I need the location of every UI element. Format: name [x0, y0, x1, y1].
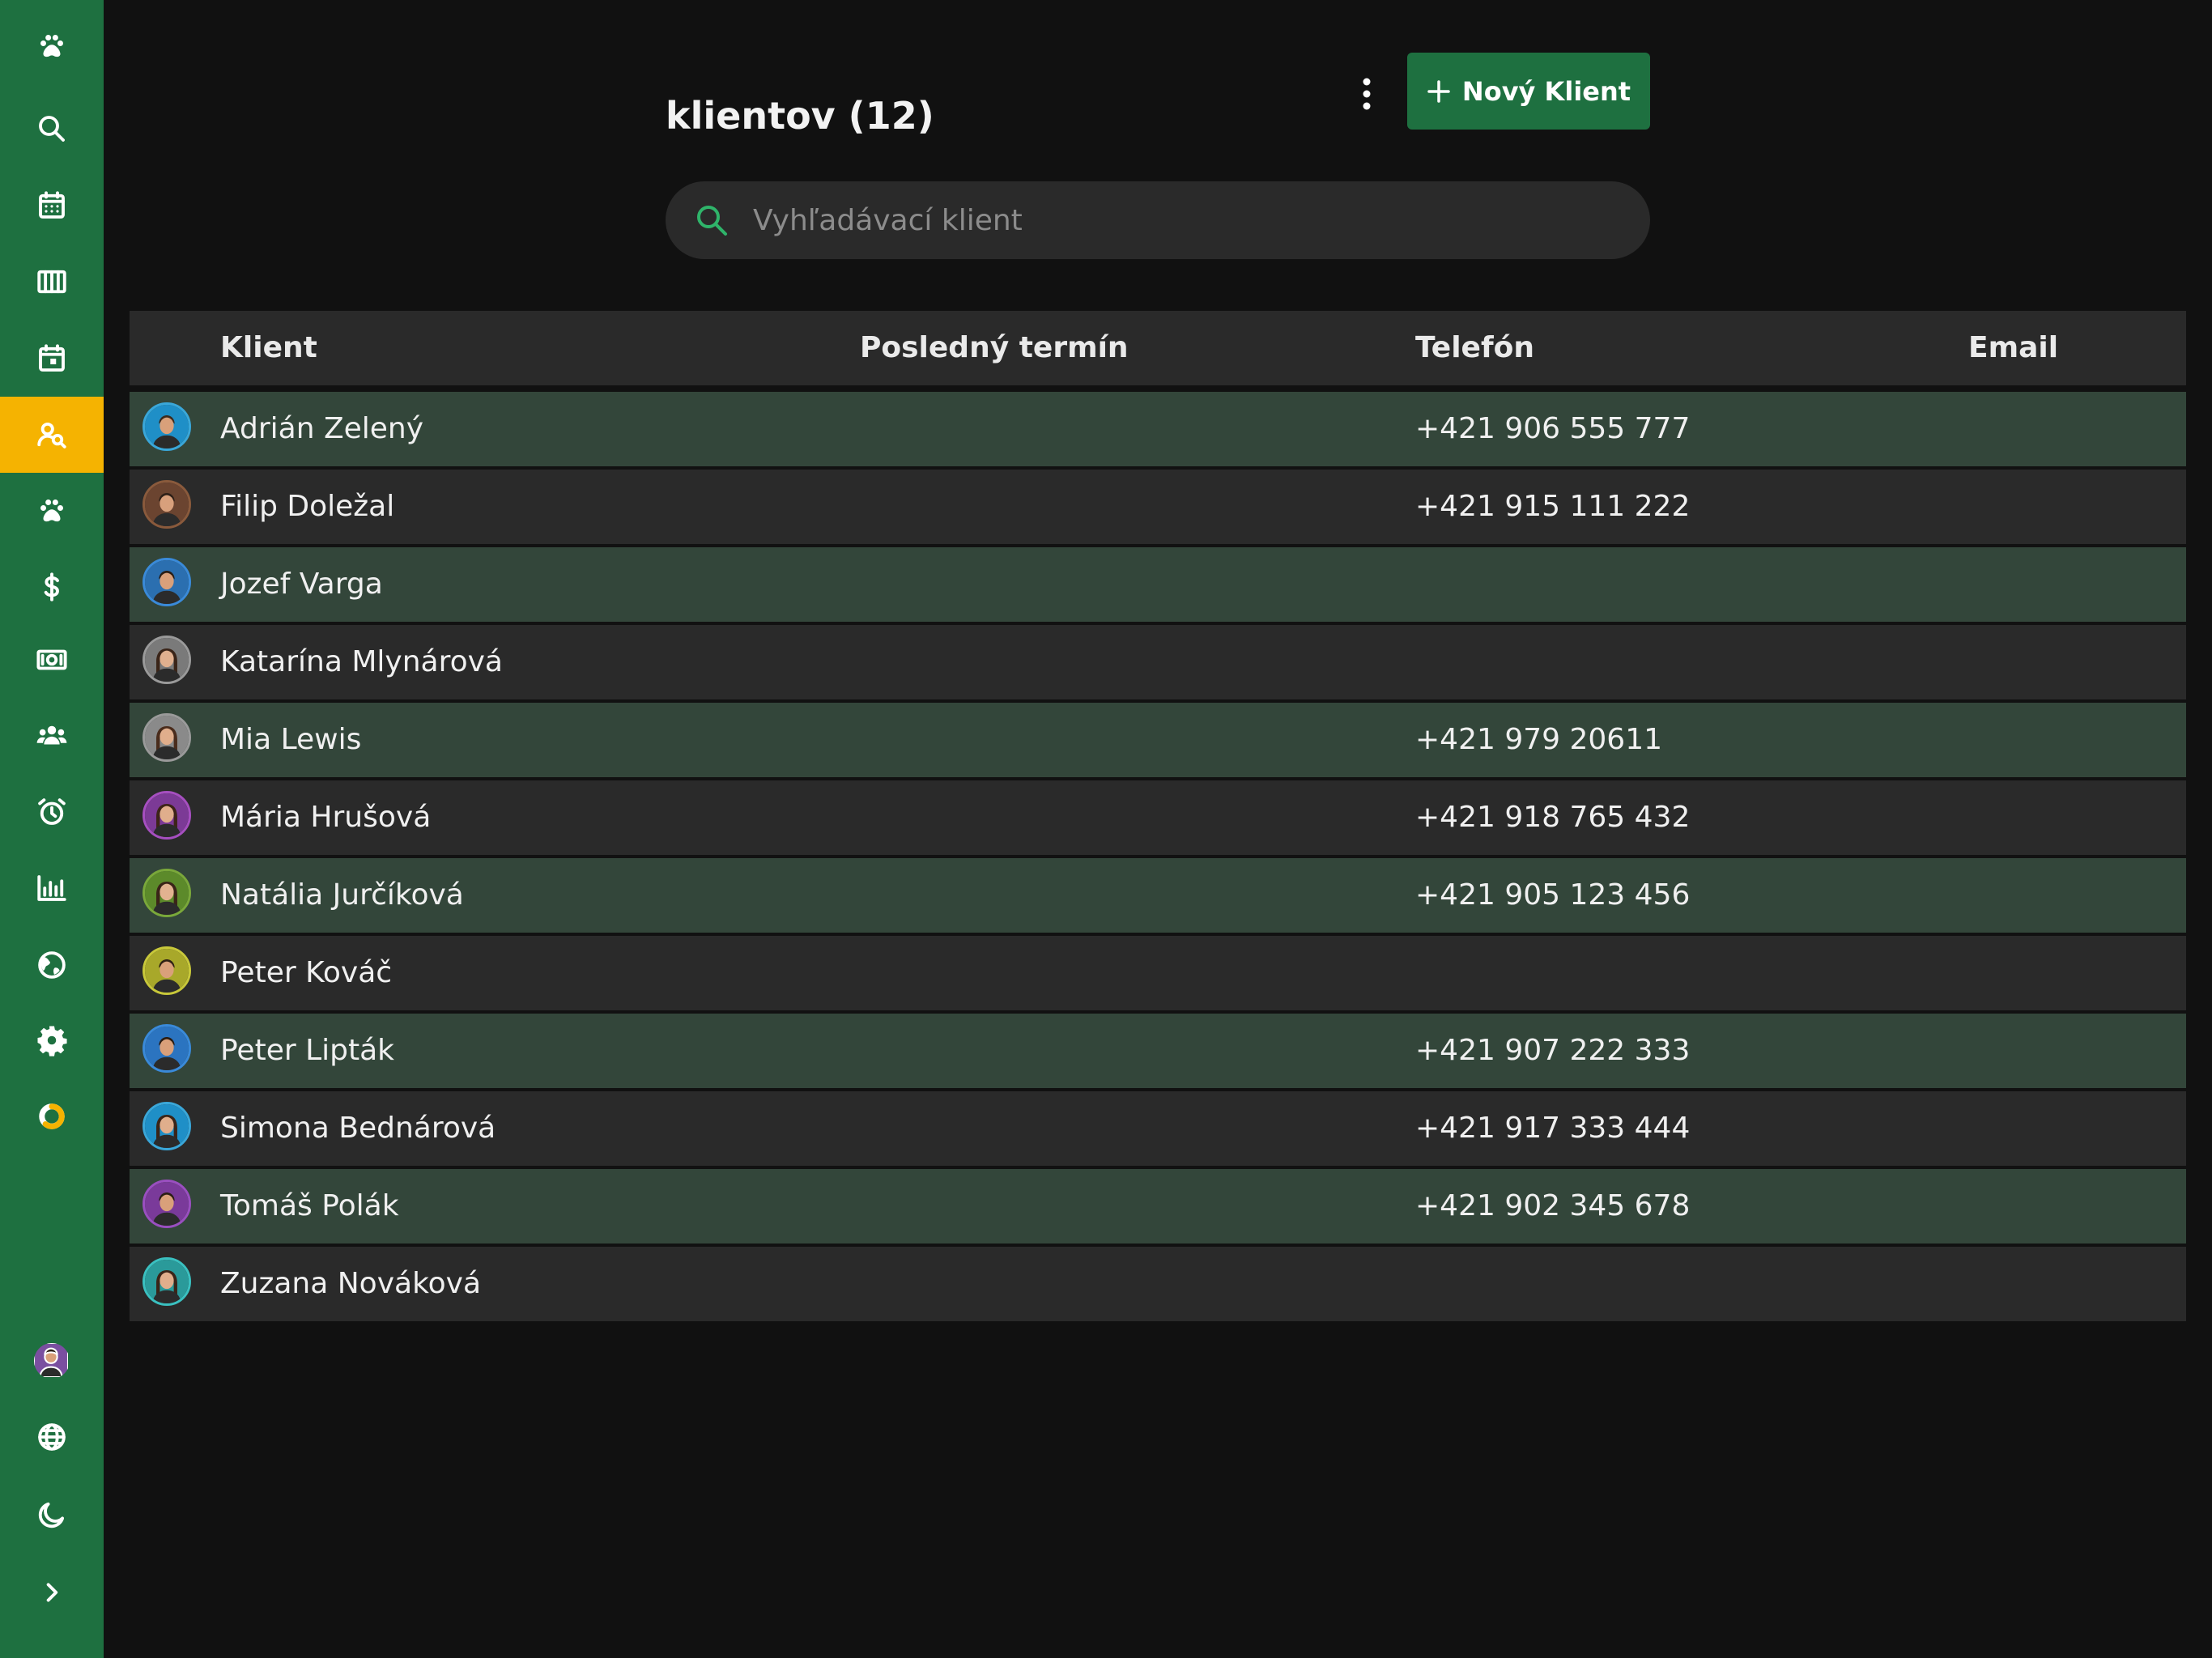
table-row[interactable]: Katarína Mlynárová: [130, 625, 2186, 699]
bar-chart-icon[interactable]: [0, 850, 104, 926]
client-avatar: [143, 713, 191, 762]
search-icon[interactable]: [0, 91, 104, 167]
clients-icon[interactable]: [0, 397, 104, 473]
client-avatar: [143, 480, 191, 529]
table-row[interactable]: Jozef Varga: [130, 547, 2186, 622]
client-name: Peter Kováč: [220, 956, 393, 989]
client-phone: +421 915 111 222: [1415, 490, 1691, 523]
client-avatar: [143, 636, 191, 684]
client-avatar: [143, 1257, 191, 1306]
calendar-day-icon[interactable]: [0, 321, 104, 397]
alarm-clock-icon[interactable]: [0, 774, 104, 850]
table-row[interactable]: Peter Lipták +421 907 222 333: [130, 1014, 2186, 1088]
client-phone: +421 905 123 456: [1415, 878, 1691, 912]
client-avatar: [143, 558, 191, 606]
money-bill-icon[interactable]: [0, 622, 104, 698]
client-avatar: [143, 1180, 191, 1228]
users-icon[interactable]: [0, 698, 104, 774]
client-phone: +421 906 555 777: [1415, 412, 1691, 445]
page-title: klientov (12): [666, 93, 934, 138]
paw-logo-icon[interactable]: [0, 8, 104, 84]
client-name: Tomáš Polák: [220, 1189, 399, 1222]
client-avatar: [143, 946, 191, 995]
client-avatar: [143, 402, 191, 451]
table-row[interactable]: Simona Bednárová +421 917 333 444: [130, 1091, 2186, 1166]
sidebar: [0, 0, 104, 1658]
client-phone: +421 917 333 444: [1415, 1112, 1691, 1145]
client-phone: +421 907 222 333: [1415, 1034, 1691, 1067]
dollar-icon[interactable]: [0, 549, 104, 625]
globe-icon[interactable]: [0, 927, 104, 1003]
client-name: Mária Hrušová: [220, 801, 432, 834]
client-name: Mia Lewis: [220, 723, 362, 756]
table-row[interactable]: Filip Doležal +421 915 111 222: [130, 470, 2186, 544]
gear-icon[interactable]: [0, 1002, 104, 1078]
client-avatar: [143, 791, 191, 840]
paw-icon[interactable]: [0, 473, 104, 549]
column-header-client[interactable]: Klient: [220, 311, 317, 385]
client-phone: +421 979 20611: [1415, 723, 1662, 756]
donut-icon[interactable]: [0, 1078, 104, 1154]
client-name: Filip Doležal: [220, 490, 395, 523]
language-globe-icon[interactable]: [0, 1399, 104, 1475]
search-icon: [693, 202, 730, 239]
column-header-email[interactable]: Email: [1968, 311, 2058, 385]
client-avatar: [143, 869, 191, 917]
user-avatar[interactable]: [0, 1323, 104, 1399]
new-client-label: Nový Klient: [1461, 75, 1631, 107]
more-options-button[interactable]: [1341, 68, 1393, 120]
table-row[interactable]: Mária Hrušová +421 918 765 432: [130, 780, 2186, 855]
table-body: Adrián Zelený +421 906 555 777 Filip Dolež…: [130, 392, 2186, 1321]
table-row[interactable]: Zuzana Nováková: [130, 1247, 2186, 1321]
table-row[interactable]: Tomáš Polák +421 902 345 678: [130, 1169, 2186, 1244]
client-name: Katarína Mlynárová: [220, 645, 503, 678]
client-name: Peter Lipták: [220, 1034, 395, 1067]
table-row[interactable]: Peter Kováč: [130, 936, 2186, 1010]
client-name: Simona Bednárová: [220, 1112, 496, 1145]
client-name: Jozef Varga: [220, 568, 383, 601]
columns-icon[interactable]: [0, 244, 104, 320]
client-name: Zuzana Nováková: [220, 1267, 482, 1300]
search-input[interactable]: [751, 202, 1650, 238]
expand-chevron-icon[interactable]: [0, 1554, 104, 1630]
client-name: Natália Jurčíková: [220, 878, 464, 912]
column-header-last-appointment[interactable]: Posledný termín: [860, 311, 1129, 385]
table-row[interactable]: Mia Lewis +421 979 20611: [130, 703, 2186, 777]
client-phone: +421 918 765 432: [1415, 801, 1691, 834]
table-header: Klient Posledný termín Telefón Email: [130, 311, 2186, 389]
new-client-button[interactable]: Nový Klient: [1407, 53, 1650, 130]
client-name: Adrián Zelený: [220, 412, 424, 445]
client-avatar: [143, 1024, 191, 1073]
vertical-dots-icon: [1363, 78, 1371, 110]
calendar-icon[interactable]: [0, 168, 104, 244]
table-row[interactable]: Adrián Zelený +421 906 555 777: [130, 392, 2186, 466]
client-phone: +421 902 345 678: [1415, 1189, 1691, 1222]
plus-icon: [1427, 79, 1450, 103]
search-bar: [666, 181, 1650, 259]
clients-table: Klient Posledný termín Telefón Email Adr…: [130, 311, 2186, 1321]
client-avatar: [143, 1102, 191, 1150]
table-row[interactable]: Natália Jurčíková +421 905 123 456: [130, 858, 2186, 933]
moon-icon[interactable]: [0, 1477, 104, 1553]
column-header-phone[interactable]: Telefón: [1415, 311, 1534, 385]
